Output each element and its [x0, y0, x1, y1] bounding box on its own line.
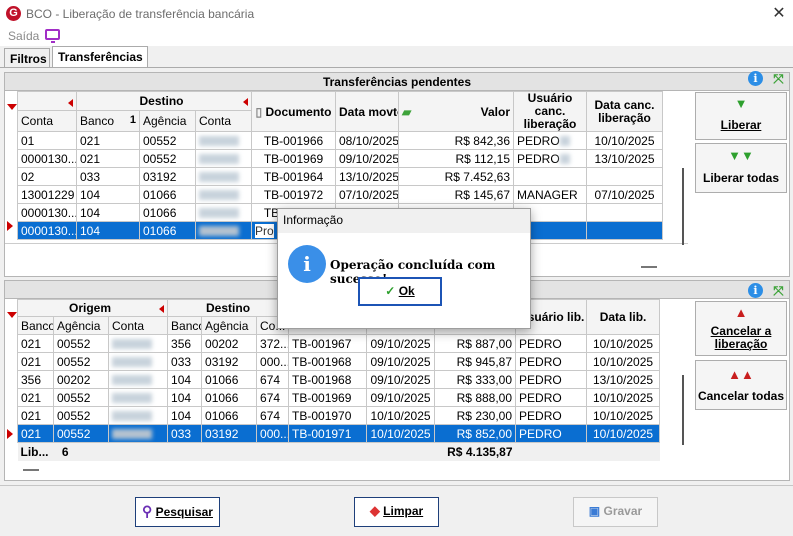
table-row[interactable]: 356 00202 104 01066 674 TB-001968 09/10/2025… — [17, 370, 661, 389]
red-up-arrow-icon: ▲ — [734, 305, 748, 320]
col-origem-banco[interactable]: Banco — [17, 316, 54, 335]
col-valor[interactable]: ▰ Valor — [398, 91, 514, 132]
tab-divider — [0, 67, 793, 68]
pending-vscroll-thumb[interactable] — [682, 168, 684, 245]
table-row-selected[interactable]: 021 00552 033 03192 000... TB-001971 10/10/2… — [17, 424, 661, 443]
table-row[interactable]: 13001229 104 01066 TB-001972 07/10/2025 R$ 1… — [17, 185, 663, 204]
menu-bar — [0, 28, 793, 46]
group-blank — [17, 90, 77, 111]
close-window-button[interactable]: ✕ — [770, 3, 788, 23]
col-conta-destino[interactable]: Conta — [195, 110, 252, 132]
group-origem: Origem — [16, 299, 169, 317]
double-green-down-arrow-icon: ▼▼ — [728, 148, 754, 163]
table-row[interactable]: 021 00552 033 03192 000... TB-001968 09/10/2… — [17, 352, 661, 371]
table-row[interactable]: 021 00552 104 01066 674 TB-001970 10/10/2025… — [17, 406, 661, 425]
tab-bar: Filtros Transferências — [0, 46, 793, 68]
released-hscroll-thumb[interactable] — [23, 469, 39, 471]
limpar-button[interactable]: ◆ Limpar — [354, 497, 439, 527]
liberar-todas-button[interactable]: ▼▼ Liberar todas — [695, 143, 787, 193]
pending-hscroll-thumb[interactable] — [641, 266, 657, 268]
tab-filtros[interactable]: Filtros — [4, 48, 50, 68]
money-icon: ▰ — [402, 104, 412, 119]
double-red-up-arrow-icon: ▲▲ — [728, 367, 754, 382]
save-icon: ▣ — [588, 504, 601, 518]
pending-title: Transferências pendentes — [5, 73, 789, 91]
table-row[interactable]: 01 021 00552 TB-001966 08/10/2025 R$ 842,36 P… — [17, 131, 663, 150]
gravar-button[interactable]: ▣ Gravar — [573, 497, 658, 527]
information-icon: i — [288, 245, 326, 283]
col-destino-agencia[interactable]: Agência — [201, 316, 258, 335]
summary-row: Lib... 6 R$ 4.135,87 — [17, 442, 660, 461]
info-dialog: Informação i Operação concluída com suce… — [277, 208, 531, 329]
info-icon[interactable]: i — [748, 283, 763, 298]
current-row-indicator — [7, 221, 13, 231]
info-icon[interactable]: i — [748, 71, 763, 86]
col-banco[interactable]: Banco 1 — [76, 110, 140, 132]
col-data-lib[interactable]: Data lib. — [586, 299, 661, 335]
col-data-canc[interactable]: Data canc. liberação — [586, 91, 663, 132]
col-usuario-canc[interactable]: Usuário canc. liberação — [513, 91, 587, 132]
app-logo-icon: G — [6, 6, 21, 21]
sort-order-indicator: 1 — [129, 114, 136, 127]
check-icon: ✓ — [385, 284, 396, 298]
green-down-arrow-icon: ▼ — [734, 96, 748, 111]
sort-down-icon — [7, 312, 17, 318]
dialog-title: Informação — [278, 209, 530, 233]
current-row-indicator — [7, 429, 13, 439]
table-row[interactable]: 021 00552 356 00202 372... TB-001967 09/10/2… — [17, 334, 661, 353]
tab-transferencias[interactable]: Transferências — [52, 46, 148, 68]
cancelar-todas-button[interactable]: ▲▲ Cancelar todas — [695, 360, 787, 410]
table-row[interactable]: 02 033 03192 TB-001964 13/10/2025 R$ 7.452,6… — [17, 167, 663, 186]
col-origem-agencia[interactable]: Agência — [53, 316, 109, 335]
col-conta-origem[interactable]: Conta — [17, 110, 77, 132]
monitor-icon[interactable] — [45, 29, 60, 43]
expand-icon[interactable]: ⤧ — [770, 70, 787, 87]
col-data-movto[interactable]: Data movto — [335, 91, 399, 132]
sort-down-icon — [7, 104, 17, 110]
menu-exit[interactable]: Saída — [8, 29, 39, 43]
expand-icon[interactable]: ⤧ — [770, 282, 787, 299]
col-documento[interactable]: ▯ Documento — [251, 91, 336, 132]
table-row[interactable]: 021 00552 104 01066 674 TB-001969 09/10/2025… — [17, 388, 661, 407]
col-agencia[interactable]: Agência — [139, 110, 196, 132]
group-destino: Destino — [76, 90, 252, 112]
col-origem-conta[interactable]: Conta — [107, 316, 169, 335]
eraser-icon: ◆ — [369, 503, 380, 518]
cancelar-liberacao-button[interactable]: ▲ Cancelar a liberação — [695, 301, 787, 356]
col-destino-banco[interactable]: Banco — [167, 316, 203, 335]
ok-button[interactable]: ✓ Ok — [358, 277, 442, 306]
pesquisar-button[interactable]: ⚲ Pesquisar — [135, 497, 220, 527]
liberar-button[interactable]: ▼ Liberar — [695, 92, 787, 140]
released-vscroll-thumb[interactable] — [682, 375, 684, 445]
search-icon: ⚲ — [142, 503, 153, 519]
table-row[interactable]: 0000130... 021 00552 TB-001969 09/10/2025 R$… — [17, 149, 663, 168]
group-destino: Destino — [167, 299, 290, 317]
window-title: BCO - Liberação de transferência bancári… — [26, 7, 255, 21]
